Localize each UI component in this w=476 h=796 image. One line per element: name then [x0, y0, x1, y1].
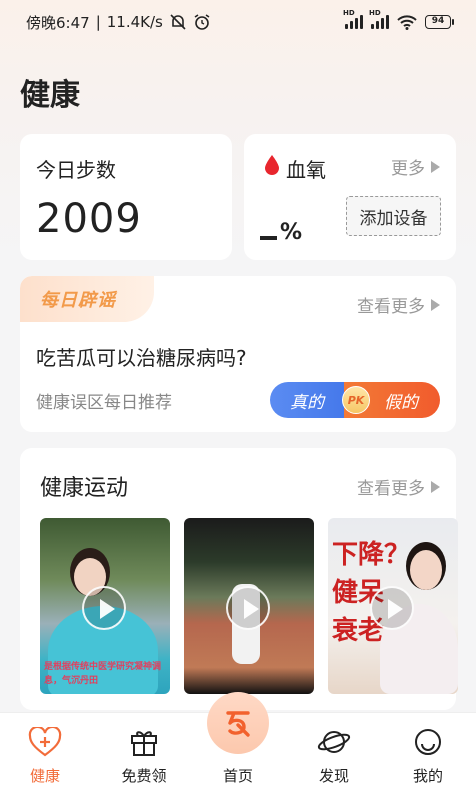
tab-label: 健康 — [29, 767, 60, 785]
chevron-right-icon — [431, 480, 440, 493]
steps-card[interactable]: 今日步数 2009 — [20, 134, 232, 260]
smiley-icon — [415, 729, 441, 755]
mute-bell-icon — [170, 14, 186, 30]
video-caption: 是根据传统中医学研究凝神调息，气沉丹田 — [44, 662, 162, 686]
home-logo-icon — [226, 711, 250, 737]
blood-oxygen-label: 血氧 — [286, 158, 326, 182]
heart-plus-icon — [28, 727, 62, 757]
home-center-button[interactable] — [207, 692, 269, 754]
daily-rumor-tag: 每日辟谣 — [20, 276, 154, 322]
gift-icon — [131, 731, 157, 756]
blood-drop-icon — [265, 155, 279, 175]
status-left: 傍晚6:47 | 11.4K/s — [26, 12, 211, 33]
add-device-button[interactable]: 添加设备 — [346, 196, 441, 236]
play-icon — [226, 586, 270, 630]
chevron-right-icon — [431, 160, 440, 173]
battery-level: 94 — [425, 15, 451, 29]
rumor-question: 吃苦瓜可以治糖尿病吗? — [36, 346, 247, 370]
rumor-subtitle: 健康误区每日推荐 — [36, 393, 172, 413]
play-icon — [370, 586, 414, 630]
health-exercise-card: 健康运动 查看更多 是根据传统中医学研究凝神调息，气沉丹田 下降？ 健呆 衰老 — [20, 448, 458, 710]
exercise-more-label: 查看更多 — [357, 479, 425, 499]
rumor-more-link[interactable]: 查看更多 — [357, 292, 440, 317]
video-thumbnail[interactable]: 下降？ 健呆 衰老 — [328, 518, 458, 694]
exercise-title: 健康运动 — [40, 476, 129, 501]
blood-oxygen-value: % — [260, 220, 302, 245]
tab-mine[interactable]: 我的 — [388, 727, 468, 786]
exercise-more-link[interactable]: 查看更多 — [357, 474, 440, 499]
chevron-right-icon — [431, 298, 440, 311]
daily-rumor-card[interactable]: 每日辟谣 查看更多 吃苦瓜可以治糖尿病吗? 健康误区每日推荐 真的 假的 PK — [20, 276, 456, 432]
blood-oxygen-card[interactable]: 血氧 更多 % 添加设备 — [244, 134, 456, 260]
steps-value: 2009 — [36, 196, 142, 242]
video-thumbnail[interactable] — [184, 518, 314, 694]
oxygen-more-label: 更多 — [391, 159, 425, 179]
tab-label: 发现 — [318, 767, 349, 785]
signal-icon-2: HD — [369, 9, 389, 29]
wifi-icon — [397, 15, 417, 30]
tab-free-gift[interactable]: 免费领 — [104, 727, 184, 786]
daily-rumor-tag-label: 每日辟谣 — [40, 290, 116, 311]
status-time: 傍晚6:47 — [26, 13, 90, 32]
true-false-pk: 真的 假的 PK — [270, 382, 440, 418]
status-divider: | — [95, 13, 101, 31]
page-title: 健康 — [20, 78, 80, 113]
video-thumbnail[interactable]: 是根据传统中医学研究凝神调息，气沉丹田 — [40, 518, 170, 694]
play-icon — [82, 586, 126, 630]
signal-icon: HD — [343, 9, 363, 29]
network-speed: 11.4K/s — [106, 13, 163, 31]
tab-label: 免费领 — [121, 767, 167, 785]
rumor-more-label: 查看更多 — [357, 297, 425, 317]
alarm-icon — [194, 14, 210, 30]
status-bar: 傍晚6:47 | 11.4K/s HD HD 94 — [0, 0, 476, 44]
planet-icon — [317, 731, 351, 753]
oxygen-more-link[interactable]: 更多 — [391, 154, 440, 179]
tab-health[interactable]: 健康 — [5, 727, 85, 786]
tab-label: 我的 — [412, 767, 443, 785]
blood-oxygen-unit: % — [280, 220, 303, 245]
tab-discover[interactable]: 发现 — [294, 727, 374, 786]
tab-label: 首页 — [222, 767, 253, 785]
pk-badge: PK — [342, 386, 370, 414]
battery-icon: 94 — [425, 15, 454, 29]
status-right: HD HD 94 — [343, 9, 454, 30]
steps-label: 今日步数 — [36, 158, 116, 182]
